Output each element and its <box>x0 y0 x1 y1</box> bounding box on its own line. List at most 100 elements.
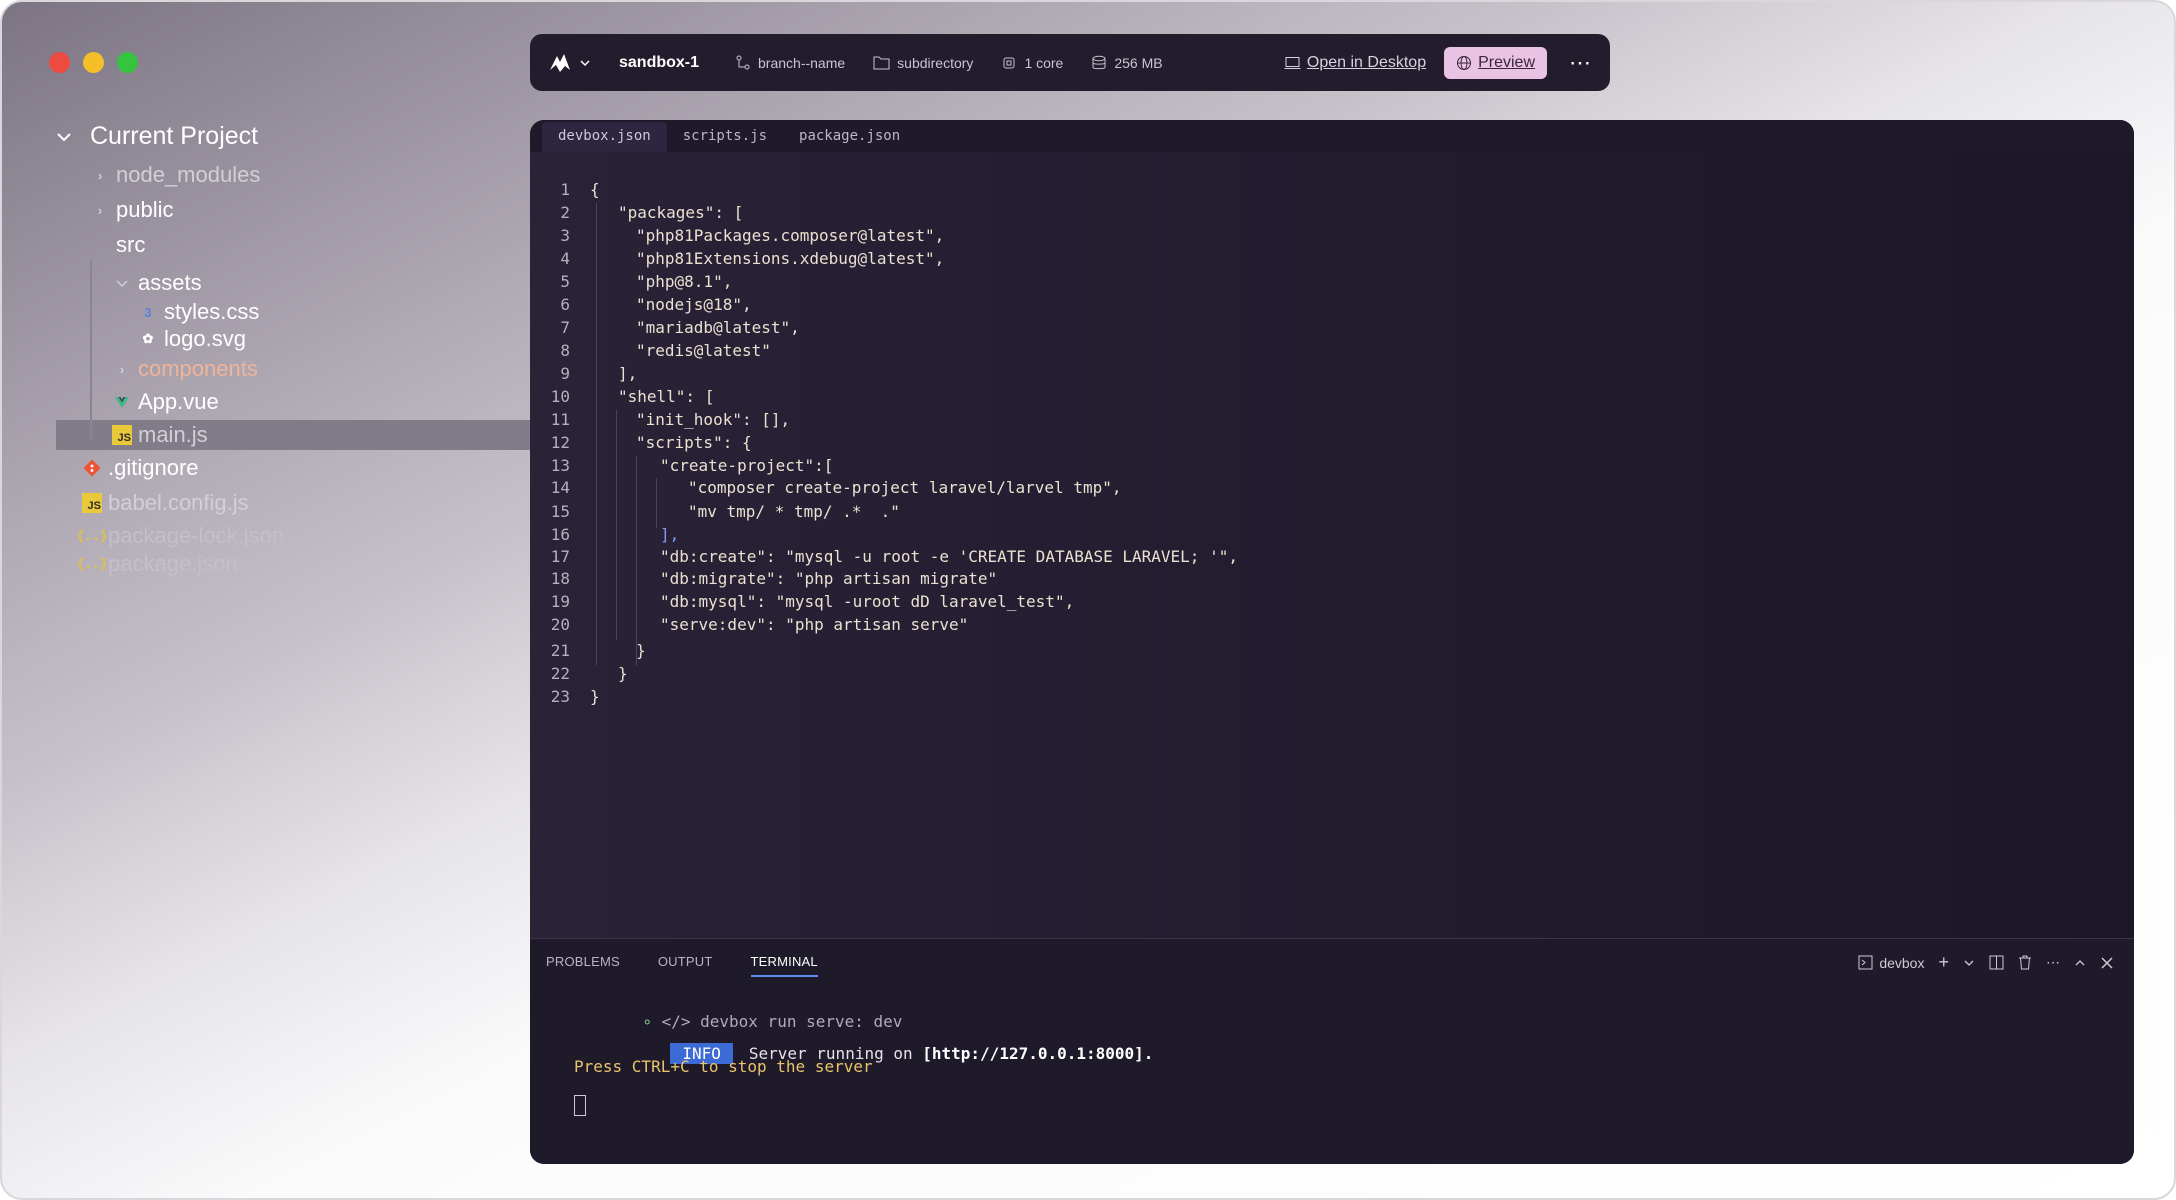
chevron-right-icon: › <box>119 361 125 377</box>
tree-item-node-modules[interactable]: › node_modules <box>90 162 261 188</box>
terminal-icon <box>1858 955 1873 970</box>
directory-selector[interactable]: subdirectory <box>873 55 973 71</box>
globe-icon <box>1457 55 1472 70</box>
code-text: "scripts": { <box>636 433 752 452</box>
tree-item-assets[interactable]: assets <box>112 270 202 296</box>
code-text: "php81Extensions.xdebug@latest", <box>636 249 945 268</box>
line-number: 9 <box>560 364 570 383</box>
tab-package-json[interactable]: package.json <box>783 122 916 152</box>
tab-devbox-json[interactable]: devbox.json <box>542 122 667 152</box>
add-terminal-icon[interactable]: + <box>1938 952 1949 973</box>
tree-item-package-json[interactable]: {..} package.json <box>76 551 237 577</box>
open-desktop-link[interactable]: Open in Desktop <box>1284 54 1426 72</box>
chevron-up-icon[interactable] <box>2074 957 2086 969</box>
js-file-icon: JS <box>112 425 132 445</box>
line-number: 21 <box>550 641 570 660</box>
code-line: 1{ <box>530 180 2134 204</box>
line-number: 1 <box>560 180 570 199</box>
tree-item-label: assets <box>138 270 202 295</box>
code-text: "composer create-project laravel/larvel … <box>688 478 1122 497</box>
close-icon[interactable] <box>2100 956 2114 970</box>
laptop-icon <box>1284 56 1301 69</box>
indent-guide <box>616 410 617 640</box>
json-file-icon: {..} <box>76 556 108 572</box>
more-actions-icon[interactable]: ⋯ <box>2046 954 2060 971</box>
app-menu[interactable] <box>548 52 591 74</box>
code-line: 7 "mariadb@latest", <box>530 318 2134 342</box>
code-line: 9], <box>530 364 2134 388</box>
code-line: 6 "nodejs@18", <box>530 295 2134 319</box>
tree-item-src[interactable]: src <box>90 232 145 258</box>
line-number: 22 <box>550 664 570 683</box>
split-terminal-icon[interactable] <box>1989 955 2004 970</box>
tree-item-gitignore[interactable]: .gitignore <box>82 455 199 481</box>
code-text: "db:mysql": "mysql -uroot dD laravel_tes… <box>660 592 1075 611</box>
cpu-indicator: 1 core <box>1001 55 1063 71</box>
code-text: "redis@latest" <box>636 341 771 360</box>
terminal-cursor <box>574 1095 586 1116</box>
sandbox-name[interactable]: sandbox-1 <box>619 54 699 72</box>
code-line: 15 "mv tmp/ * tmp/ .* ." <box>530 502 2134 526</box>
tree-item-label: main.js <box>138 422 208 447</box>
project-header[interactable]: Current Project <box>54 122 258 151</box>
code-line: 20 "serve:dev": "php artisan serve" <box>530 615 2134 639</box>
tree-item-app-vue[interactable]: App.vue <box>112 389 219 415</box>
code-line: 13 "create-project":[ <box>530 456 2134 480</box>
line-number: 3 <box>560 226 570 245</box>
app-logo-icon <box>550 53 570 72</box>
panel-actions: devbox + ⋯ <box>1858 952 2114 973</box>
chevron-down-icon <box>580 59 590 66</box>
tab-terminal[interactable]: TERMINAL <box>750 954 818 977</box>
chevron-right-icon: › <box>97 167 103 183</box>
line-number: 11 <box>550 410 570 429</box>
line-number: 8 <box>560 341 570 360</box>
code-text: "db:migrate": "php artisan migrate" <box>660 569 998 588</box>
chevron-down-icon <box>116 280 128 288</box>
code-line: 19 "db:mysql": "mysql -uroot dD laravel_t… <box>530 592 2134 616</box>
code-text: "php@8.1", <box>636 272 733 291</box>
chevron-down-icon[interactable] <box>1963 957 1975 969</box>
tree-item-label: babel.config.js <box>108 490 249 515</box>
project-title: Current Project <box>90 122 259 150</box>
tree-item-label: package-lock.json <box>108 523 285 548</box>
code-text: } <box>618 664 628 683</box>
json-file-icon: {..} <box>76 528 108 544</box>
branch-selector[interactable]: branch--name <box>735 55 845 71</box>
terminal-selector[interactable]: devbox <box>1858 955 1924 971</box>
code-text: { <box>590 180 600 199</box>
chevron-down-icon <box>57 132 71 141</box>
line-number: 6 <box>560 295 570 314</box>
tree-item-package-lock[interactable]: {..} package-lock.json <box>76 523 285 549</box>
indent-guide <box>596 203 597 665</box>
tree-item-label: logo.svg <box>164 326 246 351</box>
tree-item-logo-svg[interactable]: ✿ logo.svg <box>138 326 246 352</box>
code-line: 2 "packages": [ <box>530 203 2134 227</box>
server-url[interactable]: [http://127.0.0.1:8000]. <box>922 1044 1153 1063</box>
tree-item-styles-css[interactable]: 3 styles.css <box>138 299 259 325</box>
trash-icon[interactable] <box>2018 955 2032 970</box>
chevron-down-icon <box>90 235 110 255</box>
code-line: 3 "php81Packages.composer@latest", <box>530 226 2134 250</box>
folder-icon <box>873 56 890 70</box>
line-number: 15 <box>550 502 570 521</box>
tree-item-label: components <box>138 356 258 381</box>
preview-button[interactable]: Preview <box>1444 46 1547 79</box>
tree-item-public[interactable]: › public <box>90 197 174 223</box>
cpu-label: 1 core <box>1024 54 1064 71</box>
tab-problems[interactable]: PROBLEMS <box>546 954 620 969</box>
stop-hint: Press CTRL+C to stop the server <box>574 1057 873 1076</box>
tree-item-babel-config[interactable]: JS babel.config.js <box>82 490 249 516</box>
line-number: 5 <box>560 272 570 291</box>
tree-item-main-js[interactable]: JS main.js <box>112 422 208 448</box>
more-options-icon[interactable]: ⋯ <box>1569 50 1592 76</box>
git-icon <box>83 459 101 477</box>
line-number: 12 <box>550 433 570 452</box>
tree-item-components[interactable]: › components <box>112 356 258 382</box>
code-line: 10 "shell": [ <box>530 387 2134 411</box>
file-tree: Current Project › node_modules › public … <box>2 2 530 1198</box>
code-text: "init_hook": [], <box>636 410 791 429</box>
tab-scripts-js[interactable]: scripts.js <box>667 122 783 152</box>
code-text: "shell": [ <box>618 387 715 406</box>
line-number: 20 <box>550 615 570 634</box>
tab-output[interactable]: OUTPUT <box>658 954 713 969</box>
